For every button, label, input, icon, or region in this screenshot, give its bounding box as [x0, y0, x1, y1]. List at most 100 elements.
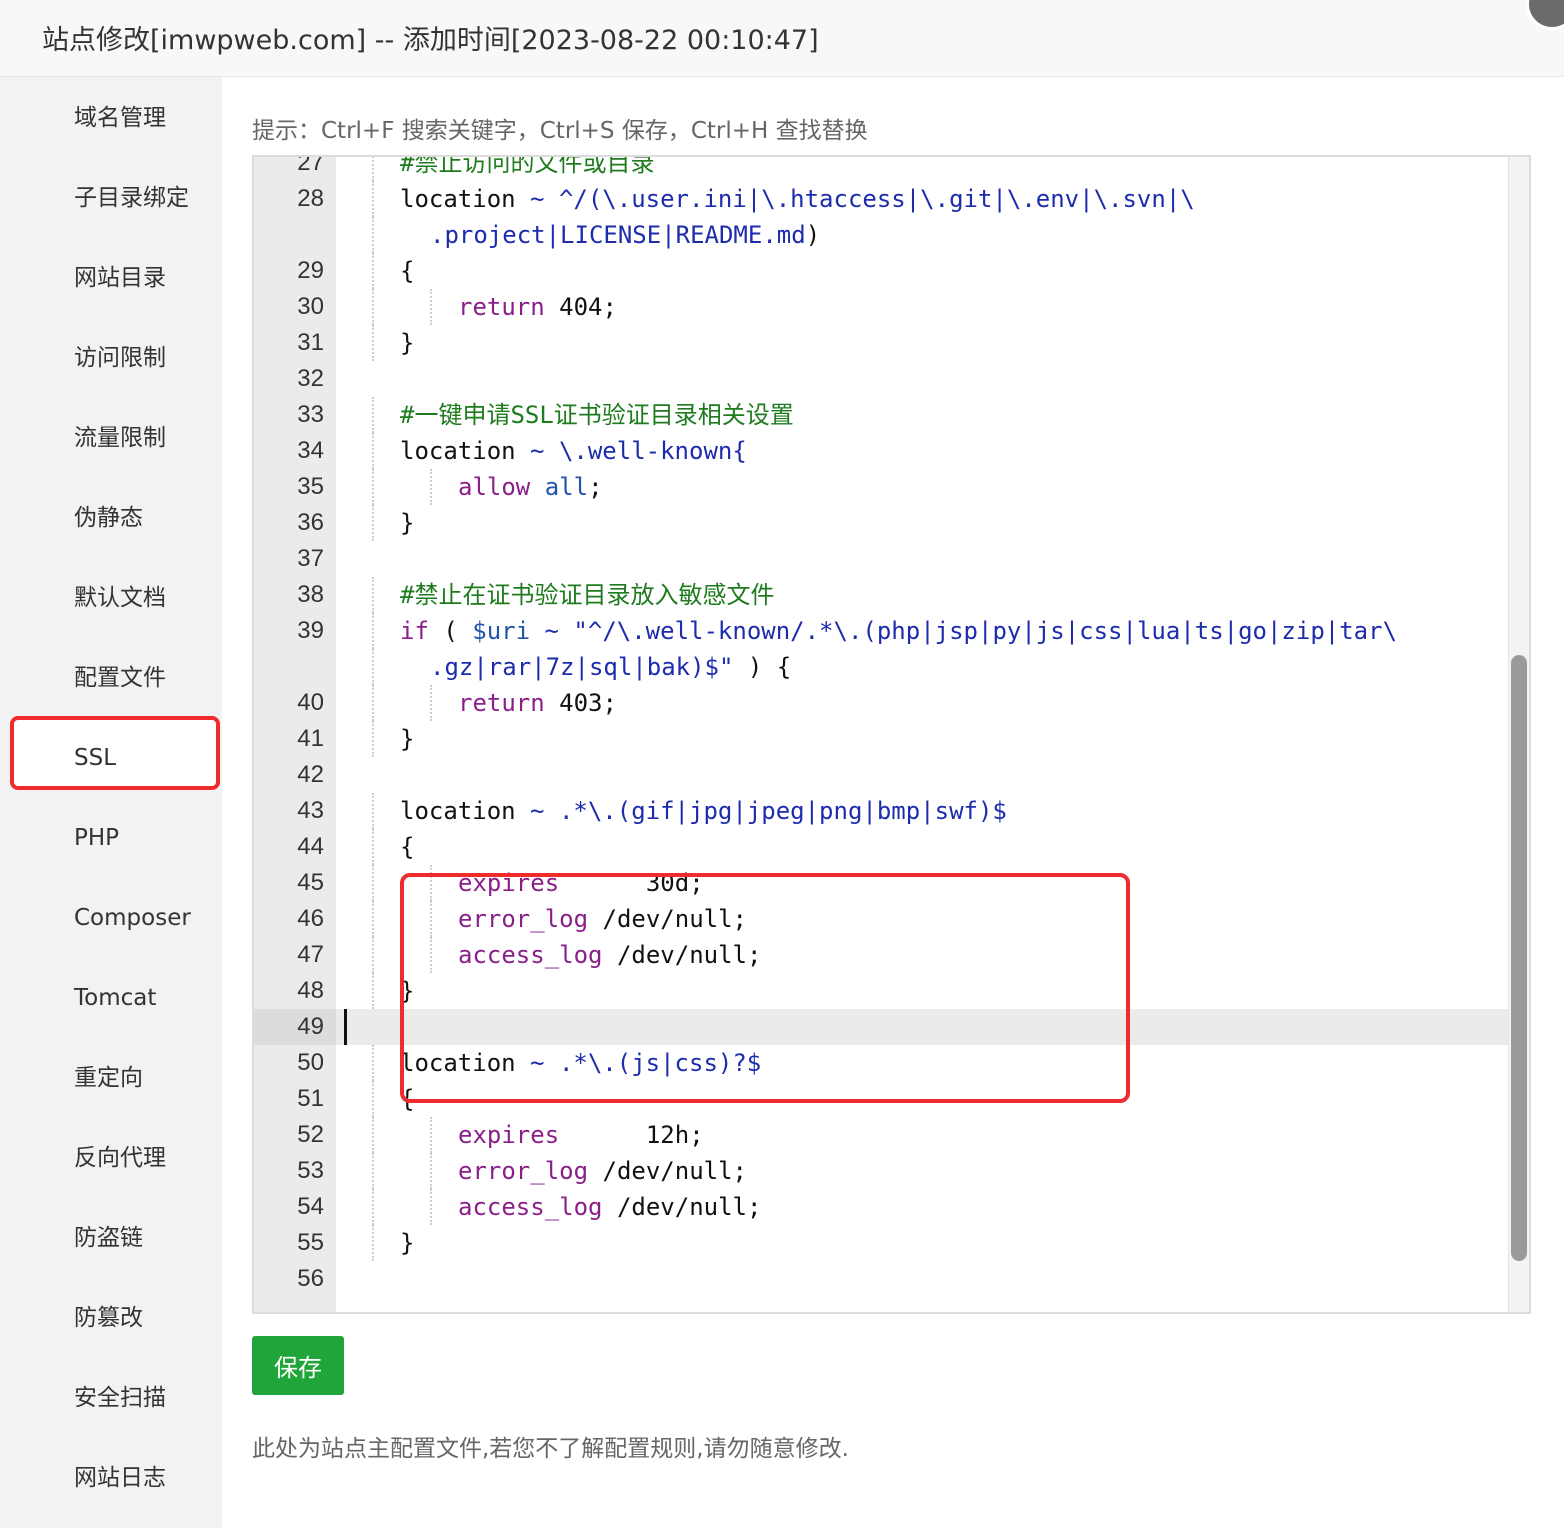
- code-text: {: [400, 257, 415, 285]
- code-line[interactable]: 42: [254, 757, 1529, 793]
- sidebar-item-security-scan[interactable]: 安全扫描: [74, 1383, 166, 1413]
- sidebar-item-access-limit[interactable]: 访问限制: [74, 343, 166, 373]
- editor-scrollbar[interactable]: [1508, 157, 1529, 1312]
- code-text: }: [400, 509, 415, 537]
- code-line[interactable]: 37: [254, 541, 1529, 577]
- indent-guide: [430, 1153, 432, 1189]
- sidebar-item-hotlink[interactable]: 防盗链: [74, 1223, 143, 1253]
- sidebar-item-traffic-limit[interactable]: 流量限制: [74, 423, 166, 453]
- sidebar-item-ssl[interactable]: SSL: [74, 743, 116, 773]
- config-warning-note: 此处为站点主配置文件,若您不了解配置规则,请勿随意修改.: [252, 1436, 849, 1462]
- indent-guide: [372, 505, 374, 541]
- code-line[interactable]: 54 access_log /dev/null;: [254, 1189, 1529, 1225]
- code-line[interactable]: .project|LICENSE|README.md): [254, 217, 1529, 253]
- line-number: 46: [297, 905, 324, 932]
- code-line[interactable]: 55}: [254, 1225, 1529, 1261]
- code-line[interactable]: 53 error_log /dev/null;: [254, 1153, 1529, 1189]
- code-line[interactable]: 45 expires 30d;: [254, 865, 1529, 901]
- sidebar-item-site-log[interactable]: 网站日志: [74, 1463, 166, 1493]
- sidebar-item-php[interactable]: PHP: [74, 823, 119, 853]
- code-line[interactable]: 27 #禁止访问的文件或目录: [254, 155, 1529, 181]
- sidebar-item-default-doc[interactable]: 默认文档: [74, 583, 166, 613]
- line-number: 28: [297, 185, 324, 212]
- code-text: }: [400, 977, 415, 1005]
- code-line[interactable]: 30 return 404;: [254, 289, 1529, 325]
- code-text: return 403;: [458, 689, 617, 717]
- code-area[interactable]: 27 #禁止访问的文件或目录 28 location ~ ^/(\.user.ini|…: [254, 155, 1529, 1297]
- indent-guide: [372, 865, 374, 901]
- code-line[interactable]: 52 expires 12h;: [254, 1117, 1529, 1153]
- code-text: access_log /dev/null;: [458, 1193, 762, 1221]
- code-line[interactable]: 47 access_log /dev/null;: [254, 937, 1529, 973]
- line-number: 43: [297, 797, 324, 824]
- code-line[interactable]: 35 allow all;: [254, 469, 1529, 505]
- line-number: 39: [297, 617, 324, 644]
- text-cursor: [344, 1009, 347, 1045]
- sidebar-item-subdir-binding[interactable]: 子目录绑定: [74, 183, 189, 213]
- code-text: location ~ .*\.(js|css)?$: [400, 1049, 762, 1077]
- indent-guide: [430, 865, 432, 901]
- indent-guide: [372, 433, 374, 469]
- indent-guide: [372, 577, 374, 613]
- code-line[interactable]: 34 location ~ \.well-known{: [254, 433, 1529, 469]
- indent-guide: [372, 901, 374, 937]
- code-text: .gz|rar|7z|sql|bak)$" ) {: [430, 653, 792, 681]
- code-text: #禁止访问的文件或目录: [400, 155, 655, 177]
- code-line[interactable]: 28 location ~ ^/(\.user.ini|\.htaccess|\.…: [254, 181, 1529, 217]
- code-line[interactable]: 32: [254, 361, 1529, 397]
- sidebar-item-redirect[interactable]: 重定向: [74, 1063, 143, 1093]
- line-number: 49: [254, 1009, 336, 1045]
- indent-guide: [372, 937, 374, 973]
- sidebar-item-tamper-proof[interactable]: 防篡改: [74, 1303, 143, 1333]
- indent-guide: [430, 1117, 432, 1153]
- code-line[interactable]: 43 location ~ .*\.(gif|jpg|jpeg|png|bmp|s…: [254, 793, 1529, 829]
- code-line[interactable]: 48}: [254, 973, 1529, 1009]
- code-line[interactable]: 39 if ( $uri ~ "^/\.well-known/.*\.(php|j…: [254, 613, 1529, 649]
- indent-guide: [372, 829, 374, 865]
- code-text: error_log /dev/null;: [458, 1157, 747, 1185]
- line-number: 55: [297, 1229, 324, 1256]
- dialog-title: 站点修改[imwpweb.com] -- 添加时间[2023-08-22 00:…: [42, 25, 819, 56]
- sidebar-item-site-directory[interactable]: 网站目录: [74, 263, 166, 293]
- code-line[interactable]: 29 {: [254, 253, 1529, 289]
- code-line[interactable]: 40 return 403;: [254, 685, 1529, 721]
- sidebar-item-tomcat[interactable]: Tomcat: [74, 983, 156, 1013]
- code-line[interactable]: 49: [254, 1009, 1529, 1045]
- line-number: 42: [297, 761, 324, 788]
- code-line[interactable]: 36}: [254, 505, 1529, 541]
- code-text: location ~ .*\.(gif|jpg|jpeg|png|bmp|swf…: [400, 797, 1007, 825]
- code-line[interactable]: 46 error_log /dev/null;: [254, 901, 1529, 937]
- indent-guide: [372, 1225, 374, 1261]
- line-number: 30: [297, 293, 324, 320]
- sidebar-item-rewrite[interactable]: 伪静态: [74, 503, 143, 533]
- code-line[interactable]: 31}: [254, 325, 1529, 361]
- code-line[interactable]: 44 {: [254, 829, 1529, 865]
- sidebar-item-composer[interactable]: Composer: [74, 903, 191, 933]
- line-number: 37: [297, 545, 324, 572]
- save-button[interactable]: 保存: [252, 1336, 344, 1395]
- code-text: if ( $uri ~ "^/\.well-known/.*\.(php|jsp…: [400, 617, 1398, 645]
- line-number: 56: [297, 1265, 324, 1292]
- line-number: 52: [297, 1121, 324, 1148]
- code-text: .project|LICENSE|README.md): [430, 221, 821, 249]
- code-line[interactable]: 56: [254, 1261, 1529, 1297]
- code-line[interactable]: .gz|rar|7z|sql|bak)$" ) {: [254, 649, 1529, 685]
- sidebar-item-reverse-proxy[interactable]: 反向代理: [74, 1143, 166, 1173]
- indent-guide: [372, 1153, 374, 1189]
- code-line[interactable]: 51 {: [254, 1081, 1529, 1117]
- editor-scrollbar-thumb[interactable]: [1511, 655, 1527, 1261]
- code-line[interactable]: 38 #禁止在证书验证目录放入敏感文件: [254, 577, 1529, 613]
- indent-guide: [430, 289, 432, 325]
- line-number: 38: [297, 581, 324, 608]
- indent-guide: [372, 1081, 374, 1117]
- code-line[interactable]: 33 #一键申请SSL证书验证目录相关设置: [254, 397, 1529, 433]
- code-line[interactable]: 41}: [254, 721, 1529, 757]
- line-number: 33: [297, 401, 324, 428]
- sidebar-item-domain[interactable]: 域名管理: [74, 103, 166, 133]
- config-editor[interactable]: 27 #禁止访问的文件或目录 28 location ~ ^/(\.user.ini|…: [252, 155, 1531, 1314]
- code-text: }: [400, 329, 415, 357]
- code-line[interactable]: 50 location ~ .*\.(js|css)?$: [254, 1045, 1529, 1081]
- code-text: error_log /dev/null;: [458, 905, 747, 933]
- indent-guide: [430, 937, 432, 973]
- sidebar-item-config-file[interactable]: 配置文件: [74, 663, 166, 693]
